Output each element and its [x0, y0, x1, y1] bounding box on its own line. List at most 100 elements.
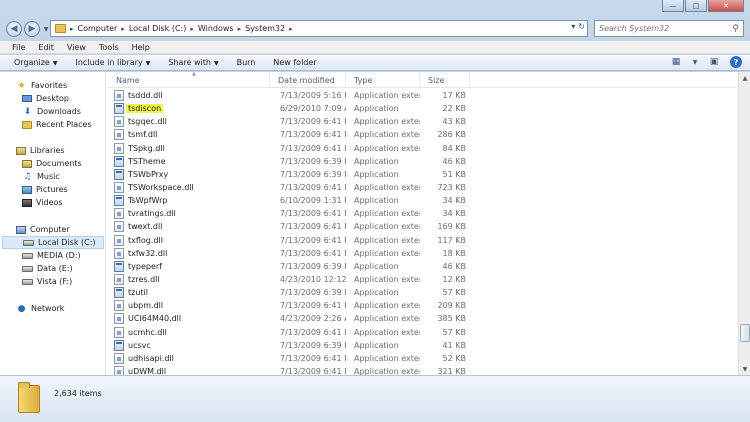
nav-local-disk-c[interactable]: Local Disk (C:): [2, 236, 104, 249]
menu-view[interactable]: View: [65, 43, 92, 52]
nav-favorites[interactable]: ★ Favorites: [0, 79, 106, 92]
file-name-cell[interactable]: tsddd.dll: [108, 90, 270, 102]
help-icon[interactable]: ?: [730, 56, 742, 68]
maximize-button[interactable]: □: [685, 0, 707, 12]
file-name-cell[interactable]: tzutil: [108, 287, 270, 299]
nav-desktop[interactable]: Desktop: [0, 92, 106, 105]
file-name-cell[interactable]: uDWM.dll: [108, 366, 270, 375]
column-header-type[interactable]: Type: [346, 72, 420, 88]
table-row[interactable]: ubpm.dll 7/13/2009 6:41 PM Application ext…: [108, 299, 736, 312]
nav-data-e[interactable]: Data (E:): [0, 262, 106, 275]
table-row[interactable]: TSWorkspace.dll 7/13/2009 6:41 PM Applicat…: [108, 181, 736, 194]
table-row[interactable]: typeperf 7/13/2009 6:39 PM Application 46 K…: [108, 260, 736, 273]
file-name-cell[interactable]: tzres.dll: [108, 274, 270, 286]
file-name-cell[interactable]: TSpkg.dll: [108, 142, 270, 154]
file-name-cell[interactable]: UCI64M40.dll: [108, 313, 270, 325]
breadcrumb-system32[interactable]: System32: [245, 24, 285, 33]
table-row[interactable]: TsWpfWrp 6/10/2009 1:31 PM Application 34 K…: [108, 194, 736, 207]
burn-button[interactable]: Burn: [237, 58, 256, 67]
organize-button[interactable]: Organize ▼: [14, 58, 57, 67]
chevron-down-icon[interactable]: ▼: [692, 57, 698, 68]
table-row[interactable]: tsddd.dll 7/13/2009 5:16 PM Application ex…: [108, 89, 736, 102]
breadcrumb-separator-icon[interactable]: ▸: [121, 25, 125, 33]
table-row[interactable]: txflog.dll 7/13/2009 6:41 PM Application e…: [108, 234, 736, 247]
nav-computer[interactable]: Computer: [0, 223, 106, 236]
nav-libraries[interactable]: Libraries: [0, 144, 106, 157]
breadcrumb-windows[interactable]: Windows: [198, 24, 234, 33]
menu-edit[interactable]: Edit: [36, 43, 60, 52]
table-row[interactable]: TSTheme 7/13/2009 6:39 PM Application 46 KB: [108, 155, 736, 168]
file-name-cell[interactable]: typeperf: [108, 260, 270, 272]
file-name-cell[interactable]: TsWpfWrp: [108, 195, 270, 207]
scroll-down-icon[interactable]: ▼: [739, 363, 750, 375]
minimize-button[interactable]: —: [662, 0, 684, 12]
table-row[interactable]: tzutil 7/13/2009 6:39 PM Application 57 KB: [108, 286, 736, 299]
file-name-cell[interactable]: twext.dll: [108, 221, 270, 233]
nav-pictures[interactable]: Pictures: [0, 183, 106, 196]
address-bar[interactable]: ▸ Computer ▸ Local Disk (C:) ▸ Windows ▸…: [50, 20, 588, 37]
close-button[interactable]: ✕: [708, 0, 744, 12]
file-name-cell[interactable]: TSTheme: [108, 155, 270, 167]
include-in-library-button[interactable]: Include in library ▼: [75, 58, 150, 67]
preview-pane-icon[interactable]: ▣: [708, 57, 720, 68]
file-name-cell[interactable]: ucmhc.dll: [108, 326, 270, 338]
table-row[interactable]: uDWM.dll 7/13/2009 6:41 PM Application ext…: [108, 365, 736, 375]
column-header-name[interactable]: Name ▲: [108, 72, 270, 88]
file-name-cell[interactable]: tsmf.dll: [108, 129, 270, 141]
nav-documents[interactable]: Documents: [0, 157, 106, 170]
breadcrumb-separator-icon[interactable]: ▸: [289, 25, 293, 33]
file-name-cell[interactable]: txfw32.dll: [108, 247, 270, 259]
file-name-cell[interactable]: tsdiscon: [108, 103, 270, 115]
search-icon[interactable]: ⚲: [732, 24, 739, 34]
breadcrumb-separator-icon[interactable]: ▸: [190, 25, 194, 33]
table-row[interactable]: twext.dll 7/13/2009 6:41 PM Application ex…: [108, 220, 736, 233]
nav-network[interactable]: ● Network: [0, 302, 106, 315]
file-name-cell[interactable]: ubpm.dll: [108, 300, 270, 312]
table-row[interactable]: udhisapi.dll 7/13/2009 6:41 PM Application…: [108, 352, 736, 365]
file-name-cell[interactable]: TSWbPrxy: [108, 168, 270, 180]
recent-pages-dropdown[interactable]: ▼: [42, 26, 50, 33]
nav-music[interactable]: ♫ Music: [0, 170, 106, 183]
file-name-cell[interactable]: ucsvc: [108, 339, 270, 351]
file-name-cell[interactable]: txflog.dll: [108, 234, 270, 246]
table-row[interactable]: TSWbPrxy 7/13/2009 6:39 PM Application 51 K…: [108, 168, 736, 181]
nav-vista-f[interactable]: Vista (F:): [0, 275, 106, 288]
table-row[interactable]: ucmhc.dll 7/13/2009 6:41 PM Application ex…: [108, 326, 736, 339]
table-row[interactable]: txfw32.dll 7/13/2009 6:41 PM Application e…: [108, 247, 736, 260]
menu-file[interactable]: File: [10, 43, 31, 52]
table-row[interactable]: TSpkg.dll 7/13/2009 6:41 PM Application ex…: [108, 142, 736, 155]
search-box[interactable]: ⚲: [594, 20, 744, 37]
table-row[interactable]: tsgqec.dll 7/13/2009 6:41 PM Application e…: [108, 115, 736, 128]
menu-tools[interactable]: Tools: [97, 43, 125, 52]
breadcrumb-computer[interactable]: Computer: [78, 24, 118, 33]
vertical-scrollbar[interactable]: ▲ ▼: [738, 72, 750, 375]
table-row[interactable]: tvratings.dll 7/13/2009 6:41 PM Applicatio…: [108, 207, 736, 220]
column-header-size[interactable]: Size: [420, 72, 470, 88]
nav-media-d[interactable]: MEDIA (D:): [0, 249, 106, 262]
file-name-cell[interactable]: udhisapi.dll: [108, 352, 270, 364]
search-input[interactable]: [599, 24, 724, 33]
file-name-cell[interactable]: TSWorkspace.dll: [108, 182, 270, 194]
table-row[interactable]: tsmf.dll 7/13/2009 6:41 PM Application ext…: [108, 128, 736, 141]
table-row[interactable]: UCI64M40.dll 4/23/2009 2:26 AM Application…: [108, 312, 736, 325]
table-row[interactable]: ucsvc 7/13/2009 6:39 PM Application 41 KB: [108, 339, 736, 352]
scroll-up-icon[interactable]: ▲: [739, 72, 750, 84]
back-button[interactable]: ◀: [6, 21, 22, 37]
nav-recent-places[interactable]: Recent Places: [0, 118, 106, 131]
view-options-icon[interactable]: ▦: [670, 57, 682, 68]
scrollbar-thumb[interactable]: [740, 324, 750, 342]
address-dropdown-icon[interactable]: ▾: [571, 22, 575, 31]
table-row[interactable]: tsdiscon 6/29/2010 7:09 AM Application 22 K…: [108, 102, 736, 115]
breadcrumb-separator-icon[interactable]: ▸: [70, 25, 74, 33]
column-header-date-modified[interactable]: Date modified: [270, 72, 346, 88]
refresh-icon[interactable]: ↻: [578, 22, 585, 31]
menu-help[interactable]: Help: [130, 43, 156, 52]
new-folder-button[interactable]: New folder: [273, 58, 316, 67]
nav-videos[interactable]: Videos: [0, 196, 106, 209]
share-with-button[interactable]: Share with ▼: [168, 58, 218, 67]
breadcrumb-separator-icon[interactable]: ▸: [238, 25, 242, 33]
breadcrumb-local-disk[interactable]: Local Disk (C:): [129, 24, 187, 33]
nav-downloads[interactable]: ⬇ Downloads: [0, 105, 106, 118]
file-name-cell[interactable]: tsgqec.dll: [108, 116, 270, 128]
forward-button[interactable]: ▶: [24, 21, 40, 37]
